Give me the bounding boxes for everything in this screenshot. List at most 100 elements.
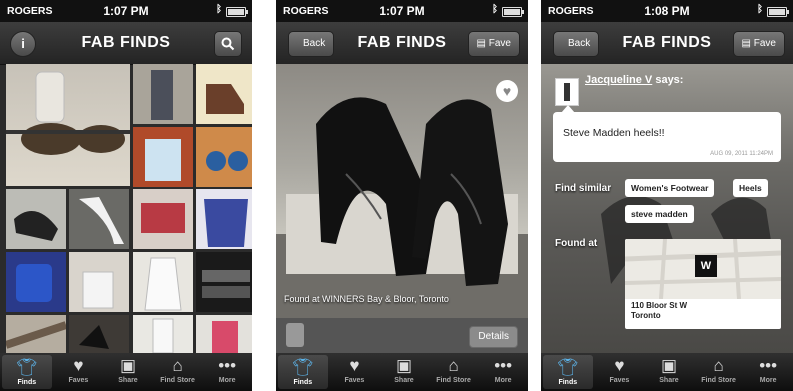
comment-timestamp: AUG 09, 2011 11:24PM (710, 151, 773, 157)
finds-grid (6, 64, 252, 353)
heart-icon: ♥ (614, 356, 625, 375)
map-tiles: W (625, 239, 781, 300)
tab-share[interactable]: ▣ Share (644, 353, 694, 391)
find-thumbnail[interactable] (6, 252, 66, 312)
fave-label: Fave (488, 38, 511, 49)
tab-bar: 👕︎ Finds ♥ Faves ▣ Share ⌂ Find Store ••• Mor… (0, 353, 252, 391)
tab-finds[interactable]: 👕︎ Finds (543, 355, 593, 389)
tab-more[interactable]: ••• More (478, 353, 528, 391)
says-label: says: (655, 74, 684, 86)
tab-label: Find Store (701, 377, 736, 384)
find-thumbnail[interactable] (196, 64, 252, 124)
tab-bar: 👕︎ Finds ♥ Faves ▣ Share ⌂ Find Store ••• Mor… (541, 353, 793, 391)
find-thumbnail[interactable] (133, 64, 193, 124)
store-icon: ⌂ (172, 356, 183, 375)
find-similar-label: Find similar (555, 183, 612, 194)
find-thumbnail[interactable] (69, 252, 129, 312)
find-thumbnail[interactable] (196, 315, 252, 353)
nav-bar: i FAB FINDS (0, 22, 252, 65)
find-thumbnail[interactable] (196, 189, 252, 249)
tab-find-store[interactable]: ⌂ Find Store (153, 353, 203, 391)
find-thumbnail[interactable] (196, 127, 252, 187)
tab-label: Share (394, 377, 414, 384)
tag-steve-madden[interactable]: steve madden (625, 205, 694, 223)
tab-find-store[interactable]: ⌂ Find Store (694, 353, 744, 391)
store-map[interactable]: W 110 Bloor St W Toronto (625, 239, 781, 329)
tab-label: More (759, 377, 777, 384)
store-marker[interactable]: W (695, 255, 717, 277)
tab-share[interactable]: ▣ Share (103, 353, 153, 391)
battery-icon (767, 7, 789, 17)
heart-icon[interactable]: ♥ (496, 80, 518, 102)
fave-label: Fave (753, 38, 776, 49)
tab-label: Finds (17, 379, 37, 386)
detail-toolbar: Details (276, 318, 528, 353)
tab-label: Faves (609, 377, 630, 384)
store-icon: ⌂ (713, 356, 724, 375)
store-icon: ⌂ (448, 356, 459, 375)
tab-label: Share (118, 377, 138, 384)
address-line-1: 110 Bloor St W (631, 301, 688, 310)
bluetooth-icon: ᛒ (492, 4, 498, 15)
more-icon: ••• (494, 356, 513, 375)
find-thumbnail[interactable] (6, 64, 130, 186)
map-pin-icon[interactable] (286, 323, 304, 347)
user-name-link[interactable]: Jacqueline V (585, 74, 652, 86)
find-thumbnail[interactable] (69, 189, 129, 249)
find-detail-screen: ROGERS 1:07 PM ᛒ Back FAB FINDS ▤ Fave ♥… (276, 0, 528, 391)
find-thumbnail[interactable] (133, 315, 193, 353)
tab-label: More (494, 377, 512, 384)
find-thumbnail[interactable] (6, 189, 66, 249)
status-bar: ROGERS 1:07 PM ᛒ (0, 0, 252, 22)
tab-finds[interactable]: 👕︎ Finds (2, 355, 52, 389)
status-time: 1:07 PM (103, 4, 149, 18)
find-thumbnail[interactable] (196, 252, 252, 312)
heart-icon: ♥ (73, 356, 84, 375)
status-time: 1:08 PM (644, 4, 690, 18)
camera-icon: ▣ (660, 356, 678, 375)
find-thumbnail[interactable] (6, 315, 66, 353)
fave-button[interactable]: ▤ Fave (732, 31, 785, 57)
status-bar: ROGERS 1:08 PM ᛒ (541, 0, 793, 22)
find-thumbnail[interactable] (133, 127, 193, 187)
bluetooth-icon: ᛒ (216, 4, 222, 15)
battery-icon (502, 7, 524, 17)
find-thumbnail[interactable] (133, 189, 193, 249)
tab-label: Faves (68, 377, 89, 384)
tab-share[interactable]: ▣ Share (379, 353, 429, 391)
nav-bar: Back FAB FINDS ▤ Fave (276, 22, 528, 65)
more-icon: ••• (759, 356, 778, 375)
tab-label: Find Store (436, 377, 471, 384)
fave-icon: ▤ (741, 38, 754, 49)
avatar[interactable] (555, 78, 579, 106)
shirt-icon: 👕︎ (16, 358, 38, 377)
tag-heels[interactable]: Heels (733, 179, 768, 197)
fave-icon: ▤ (476, 38, 489, 49)
status-time: 1:07 PM (379, 4, 425, 18)
tab-faves[interactable]: ♥ Faves (595, 353, 645, 391)
fave-button[interactable]: ▤ Fave (467, 31, 520, 57)
tag-womens-footwear[interactable]: Women's Footwear (625, 179, 715, 197)
comment-text: Steve Madden heels!! (563, 127, 665, 139)
search-icon[interactable] (214, 31, 242, 57)
tab-faves[interactable]: ♥ Faves (54, 353, 104, 391)
tab-bar: 👕︎ Finds ♥ Faves ▣ Share ⌂ Find Store ••• Mor… (276, 353, 528, 391)
tab-label: Share (659, 377, 679, 384)
tab-label: Faves (344, 377, 365, 384)
store-address: 110 Bloor St W Toronto (631, 301, 687, 321)
tab-faves[interactable]: ♥ Faves (330, 353, 380, 391)
tab-more[interactable]: ••• More (202, 353, 252, 391)
find-thumbnail[interactable] (133, 252, 193, 312)
find-info-screen: ROGERS 1:08 PM ᛒ Back FAB FINDS ▤ Fave J… (541, 0, 793, 391)
found-at-label: Found at (555, 238, 598, 249)
tab-label: Find Store (160, 377, 195, 384)
details-button[interactable]: Details (469, 326, 518, 348)
find-thumbnail[interactable] (69, 315, 129, 353)
find-photo[interactable]: ♥ (276, 64, 528, 318)
tab-more[interactable]: ••• More (743, 353, 793, 391)
tab-find-store[interactable]: ⌂ Find Store (429, 353, 479, 391)
more-icon: ••• (218, 356, 237, 375)
address-line-2: Toronto (631, 311, 661, 320)
tab-finds[interactable]: 👕︎ Finds (278, 355, 328, 389)
nav-bar: Back FAB FINDS ▤ Fave (541, 22, 793, 65)
